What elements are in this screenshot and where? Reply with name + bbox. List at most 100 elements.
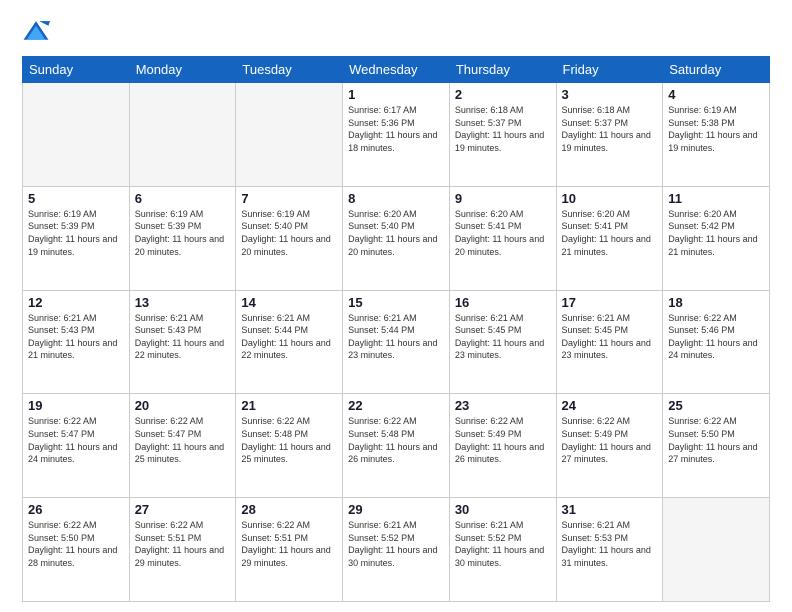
day-info: Sunrise: 6:18 AM Sunset: 5:37 PM Dayligh… (562, 104, 658, 154)
calendar-cell: 5 Sunrise: 6:19 AM Sunset: 5:39 PM Daylig… (23, 186, 130, 290)
calendar: SundayMondayTuesdayWednesdayThursdayFrid… (22, 56, 770, 602)
calendar-cell: 18Sunrise: 6:22 AM Sunset: 5:46 PM Dayli… (663, 290, 770, 394)
day-number: 11 (668, 191, 764, 206)
day-number: 17 (562, 295, 658, 310)
logo (22, 18, 54, 46)
day-info: Sunrise: 6:22 AM Sunset: 5:51 PM Dayligh… (135, 519, 231, 569)
calendar-cell: 30 Sunrise: 6:21 AM Sunset: 5:52 PM Dayli… (449, 498, 556, 602)
day-info: Sunrise: 6:21 AM Sunset: 5:44 PM Dayligh… (241, 312, 337, 362)
weekday-header-monday: Monday (129, 57, 236, 83)
day-number: 4 (668, 87, 764, 102)
day-number: 10 (562, 191, 658, 206)
day-number: 13 (135, 295, 231, 310)
day-number: 12 (28, 295, 124, 310)
day-info: Sunrise: 6:20 AM Sunset: 5:40 PM Dayligh… (348, 208, 444, 258)
day-number: 21 (241, 398, 337, 413)
day-number: 9 (455, 191, 551, 206)
day-info: Sunrise: 6:21 AM Sunset: 5:52 PM Dayligh… (348, 519, 444, 569)
weekday-header-thursday: Thursday (449, 57, 556, 83)
day-info: Sunrise: 6:22 AM Sunset: 5:50 PM Dayligh… (28, 519, 124, 569)
weekday-header-wednesday: Wednesday (343, 57, 450, 83)
day-info: Sunrise: 6:19 AM Sunset: 5:40 PM Dayligh… (241, 208, 337, 258)
weekday-header-sunday: Sunday (23, 57, 130, 83)
day-number: 15 (348, 295, 444, 310)
day-info: Sunrise: 6:21 AM Sunset: 5:45 PM Dayligh… (455, 312, 551, 362)
calendar-cell (23, 83, 130, 187)
calendar-cell: 16 Sunrise: 6:21 AM Sunset: 5:45 PM Dayli… (449, 290, 556, 394)
calendar-cell (236, 83, 343, 187)
day-info: Sunrise: 6:20 AM Sunset: 5:41 PM Dayligh… (455, 208, 551, 258)
calendar-cell: 26 Sunrise: 6:22 AM Sunset: 5:50 PM Dayli… (23, 498, 130, 602)
calendar-cell: 7 Sunrise: 6:19 AM Sunset: 5:40 PM Daylig… (236, 186, 343, 290)
week-row-1: 1 Sunrise: 6:17 AM Sunset: 5:36 PM Daylig… (23, 83, 770, 187)
calendar-cell: 2Sunrise: 6:18 AM Sunset: 5:37 PM Daylig… (449, 83, 556, 187)
weekday-header-row: SundayMondayTuesdayWednesdayThursdayFrid… (23, 57, 770, 83)
weekday-header-tuesday: Tuesday (236, 57, 343, 83)
day-info: Sunrise: 6:21 AM Sunset: 5:43 PM Dayligh… (135, 312, 231, 362)
calendar-cell: 6Sunrise: 6:19 AM Sunset: 5:39 PM Daylig… (129, 186, 236, 290)
calendar-cell: 24Sunrise: 6:22 AM Sunset: 5:49 PM Dayli… (556, 394, 663, 498)
logo-icon (22, 18, 50, 46)
week-row-2: 5 Sunrise: 6:19 AM Sunset: 5:39 PM Daylig… (23, 186, 770, 290)
day-info: Sunrise: 6:19 AM Sunset: 5:38 PM Dayligh… (668, 104, 764, 154)
day-info: Sunrise: 6:21 AM Sunset: 5:43 PM Dayligh… (28, 312, 124, 362)
day-info: Sunrise: 6:22 AM Sunset: 5:47 PM Dayligh… (135, 415, 231, 465)
week-row-5: 26 Sunrise: 6:22 AM Sunset: 5:50 PM Dayli… (23, 498, 770, 602)
calendar-cell: 12 Sunrise: 6:21 AM Sunset: 5:43 PM Dayli… (23, 290, 130, 394)
day-number: 5 (28, 191, 124, 206)
calendar-cell (663, 498, 770, 602)
day-number: 22 (348, 398, 444, 413)
calendar-cell: 19 Sunrise: 6:22 AM Sunset: 5:47 PM Dayli… (23, 394, 130, 498)
day-info: Sunrise: 6:22 AM Sunset: 5:48 PM Dayligh… (241, 415, 337, 465)
day-number: 20 (135, 398, 231, 413)
calendar-cell: 21 Sunrise: 6:22 AM Sunset: 5:48 PM Dayli… (236, 394, 343, 498)
day-number: 16 (455, 295, 551, 310)
day-number: 19 (28, 398, 124, 413)
calendar-cell: 20 Sunrise: 6:22 AM Sunset: 5:47 PM Dayli… (129, 394, 236, 498)
calendar-cell: 10Sunrise: 6:20 AM Sunset: 5:41 PM Dayli… (556, 186, 663, 290)
week-row-4: 19 Sunrise: 6:22 AM Sunset: 5:47 PM Dayli… (23, 394, 770, 498)
calendar-cell: 25 Sunrise: 6:22 AM Sunset: 5:50 PM Dayli… (663, 394, 770, 498)
calendar-cell: 28 Sunrise: 6:22 AM Sunset: 5:51 PM Dayli… (236, 498, 343, 602)
day-info: Sunrise: 6:19 AM Sunset: 5:39 PM Dayligh… (28, 208, 124, 258)
day-number: 26 (28, 502, 124, 517)
day-info: Sunrise: 6:17 AM Sunset: 5:36 PM Dayligh… (348, 104, 444, 154)
day-number: 23 (455, 398, 551, 413)
calendar-cell: 4 Sunrise: 6:19 AM Sunset: 5:38 PM Daylig… (663, 83, 770, 187)
day-number: 25 (668, 398, 764, 413)
day-info: Sunrise: 6:21 AM Sunset: 5:53 PM Dayligh… (562, 519, 658, 569)
day-number: 31 (562, 502, 658, 517)
calendar-cell: 23 Sunrise: 6:22 AM Sunset: 5:49 PM Dayli… (449, 394, 556, 498)
week-row-3: 12 Sunrise: 6:21 AM Sunset: 5:43 PM Dayli… (23, 290, 770, 394)
calendar-cell: 9 Sunrise: 6:20 AM Sunset: 5:41 PM Daylig… (449, 186, 556, 290)
day-number: 28 (241, 502, 337, 517)
day-number: 27 (135, 502, 231, 517)
day-number: 7 (241, 191, 337, 206)
day-info: Sunrise: 6:22 AM Sunset: 5:48 PM Dayligh… (348, 415, 444, 465)
calendar-cell (129, 83, 236, 187)
day-number: 3 (562, 87, 658, 102)
calendar-cell: 27 Sunrise: 6:22 AM Sunset: 5:51 PM Dayli… (129, 498, 236, 602)
day-number: 14 (241, 295, 337, 310)
day-info: Sunrise: 6:20 AM Sunset: 5:42 PM Dayligh… (668, 208, 764, 258)
header (22, 18, 770, 46)
day-info: Sunrise: 6:22 AM Sunset: 5:51 PM Dayligh… (241, 519, 337, 569)
day-number: 8 (348, 191, 444, 206)
day-info: Sunrise: 6:22 AM Sunset: 5:50 PM Dayligh… (668, 415, 764, 465)
day-number: 30 (455, 502, 551, 517)
day-info: Sunrise: 6:22 AM Sunset: 5:47 PM Dayligh… (28, 415, 124, 465)
calendar-cell: 29Sunrise: 6:21 AM Sunset: 5:52 PM Dayli… (343, 498, 450, 602)
day-number: 2 (455, 87, 551, 102)
calendar-cell: 11 Sunrise: 6:20 AM Sunset: 5:42 PM Dayli… (663, 186, 770, 290)
calendar-cell: 8 Sunrise: 6:20 AM Sunset: 5:40 PM Daylig… (343, 186, 450, 290)
calendar-cell: 17Sunrise: 6:21 AM Sunset: 5:45 PM Dayli… (556, 290, 663, 394)
day-number: 1 (348, 87, 444, 102)
weekday-header-friday: Friday (556, 57, 663, 83)
day-info: Sunrise: 6:22 AM Sunset: 5:49 PM Dayligh… (455, 415, 551, 465)
calendar-cell: 15Sunrise: 6:21 AM Sunset: 5:44 PM Dayli… (343, 290, 450, 394)
day-number: 6 (135, 191, 231, 206)
weekday-header-saturday: Saturday (663, 57, 770, 83)
day-info: Sunrise: 6:22 AM Sunset: 5:46 PM Dayligh… (668, 312, 764, 362)
calendar-cell: 1 Sunrise: 6:17 AM Sunset: 5:36 PM Daylig… (343, 83, 450, 187)
day-info: Sunrise: 6:21 AM Sunset: 5:52 PM Dayligh… (455, 519, 551, 569)
